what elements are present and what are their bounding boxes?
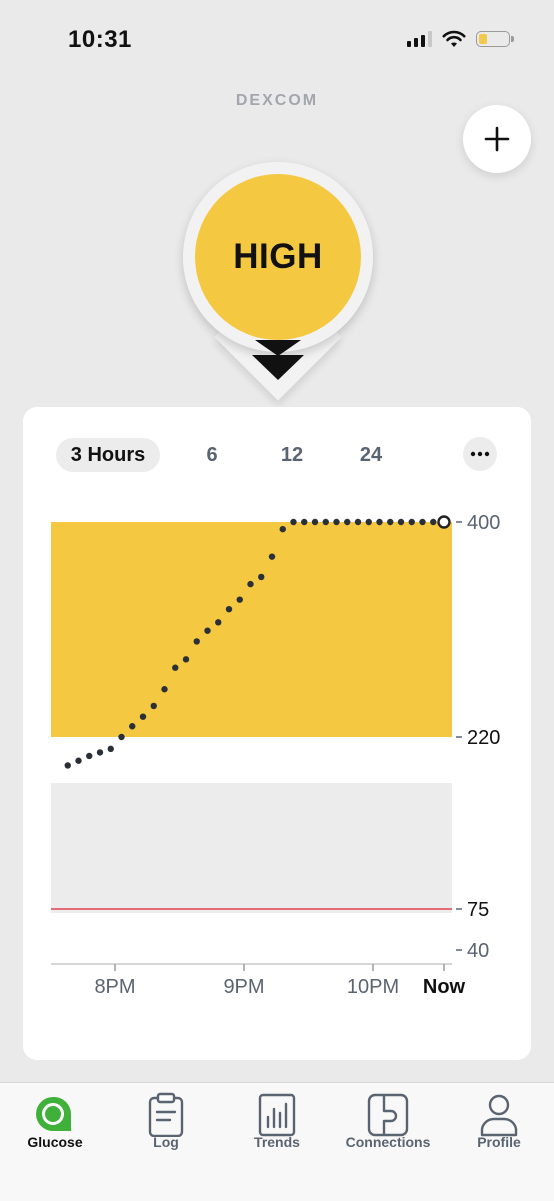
glucose-point: [387, 518, 394, 526]
tab-trends-label: Trends: [254, 1134, 300, 1150]
glucose-point: [322, 518, 329, 526]
glucose-point: [86, 752, 93, 760]
glucose-point: [376, 518, 383, 526]
glucose-point: [258, 573, 265, 581]
profile-person-icon: [480, 1094, 518, 1137]
tab-profile-label: Profile: [477, 1134, 521, 1150]
status-time: 10:31: [68, 26, 132, 53]
status-icons: [407, 30, 514, 48]
glucose-point: [279, 525, 286, 533]
target-range-band: [51, 783, 452, 913]
glucose-point: [172, 664, 179, 671]
connections-icon: [367, 1093, 409, 1137]
glucose-point: [419, 518, 426, 526]
glucose-point: [290, 518, 297, 526]
glucose-point: [139, 713, 147, 720]
plus-icon: [484, 126, 510, 152]
glucose-point: [430, 518, 437, 526]
glucose-value: HIGH: [233, 237, 323, 276]
x-tick-label: 9PM: [223, 976, 264, 998]
glucose-point: [354, 518, 362, 526]
glucose-point: [107, 745, 114, 753]
tab-log-label: Log: [153, 1134, 179, 1150]
glucose-point: [96, 749, 104, 756]
glucose-point: [215, 619, 222, 626]
glucose-point: [118, 733, 125, 741]
trends-chart-icon: [258, 1093, 296, 1137]
clipboard-icon: [148, 1092, 184, 1137]
y-tick-label: 40: [467, 940, 489, 962]
glucose-value-circle: HIGH: [195, 174, 361, 340]
battery-icon: [476, 31, 514, 47]
tab-connections-label: Connections: [345, 1134, 431, 1150]
glucose-point: [408, 518, 415, 526]
y-tick-label: 400: [467, 512, 500, 534]
glucose-drop-icon: [36, 1096, 72, 1131]
brand-logo: Dexcom: [235, 92, 319, 109]
double-arrow-down-icon: [252, 340, 304, 380]
glucose-indicator: HIGH: [183, 162, 373, 401]
glucose-point: [236, 596, 243, 603]
glucose-point: [225, 605, 233, 613]
tab-glucose-label: Glucose: [27, 1134, 83, 1150]
glucose-point: [247, 580, 254, 588]
glucose-point: [204, 627, 211, 634]
glucose-point: [161, 686, 168, 693]
battery-level-fill: [479, 34, 487, 44]
glucose-point: [193, 638, 200, 645]
high-range-band: [51, 522, 452, 737]
glucose-point: [344, 518, 351, 526]
wifi-icon: [442, 30, 466, 47]
x-tick-label: 10PM: [347, 976, 399, 998]
glucose-point: [75, 757, 82, 764]
glucose-point: [301, 518, 308, 526]
glucose-point: [311, 518, 319, 526]
y-tick-label: 75: [467, 899, 489, 921]
glucose-point: [268, 553, 276, 560]
glucose-chart: 8PM 9PM 10PM Now 400 220 75 40: [51, 512, 500, 998]
glucose-point: [333, 518, 340, 526]
bottom-tab-bar: Glucose Log Trends Connections Profile: [0, 1082, 554, 1201]
glucose-point: [365, 518, 372, 526]
glucose-point: [182, 656, 190, 663]
add-button[interactable]: [463, 105, 531, 173]
latest-glucose-point: [437, 515, 451, 529]
x-tick-label: Now: [423, 976, 466, 998]
x-tick-label: 8PM: [94, 976, 135, 998]
glucose-point: [397, 518, 405, 526]
y-tick-label: 220: [467, 727, 500, 749]
chart-card: 3 Hours 6 12 24 8PM 9PM 10PM Now 400 220 75 40: [23, 407, 531, 1060]
glucose-point: [150, 702, 157, 710]
glucose-point: [129, 723, 136, 730]
glucose-point: [64, 762, 71, 769]
signal-bars-icon: [407, 31, 432, 47]
